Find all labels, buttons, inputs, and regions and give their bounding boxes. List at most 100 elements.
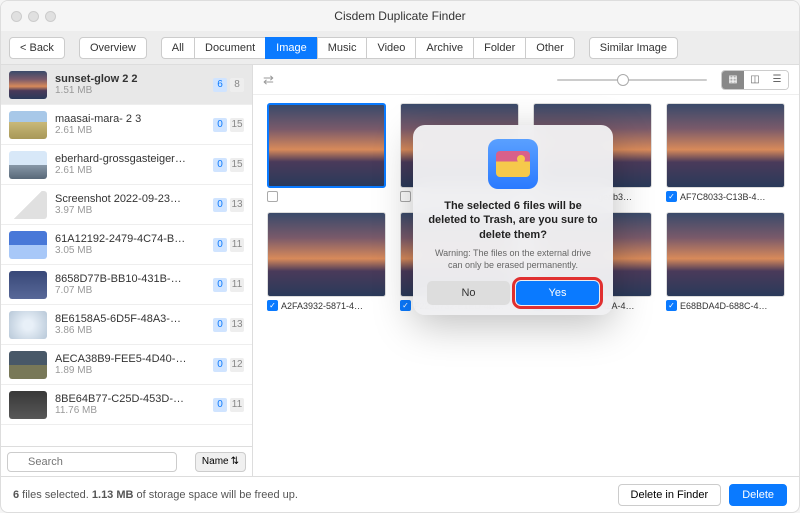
file-size: 1.89 MB <box>55 365 213 376</box>
tab-document[interactable]: Document <box>194 37 265 59</box>
dialog-app-icon <box>488 139 538 189</box>
thumbnail <box>9 351 47 379</box>
row-counts: 0 11 <box>213 278 244 292</box>
file-name: maasai-mara- 2 3 <box>55 113 213 125</box>
thumbnail <box>9 151 47 179</box>
file-size: 11.76 MB <box>55 405 213 416</box>
total-count: 15 <box>230 118 244 132</box>
list-item[interactable]: Screenshot 2022-09-23… 3.97 MB 0 13 <box>1 185 252 225</box>
checkbox[interactable]: ✓ <box>666 191 677 202</box>
window-title: Cisdem Duplicate Finder <box>1 9 799 23</box>
column-view-icon[interactable]: ◫ <box>744 71 766 89</box>
row-info: eberhard-grossgasteiger… 2.61 MB <box>55 153 213 176</box>
category-tabs: All Document Image Music Video Archive F… <box>161 37 575 59</box>
search-input[interactable] <box>7 452 177 472</box>
status-size: 1.13 MB <box>92 489 134 501</box>
file-name: 8E6158A5-6D5F-48A3-… <box>55 313 213 325</box>
duplicate-groups-list[interactable]: sunset-glow 2 2 1.51 MB 6 8 maasai-mara-… <box>1 65 252 446</box>
checkbox[interactable] <box>267 191 278 202</box>
overview-button[interactable]: Overview <box>79 37 147 59</box>
thumbnail-tile[interactable]: ✓ AF7C8033-C13B-4… <box>666 103 785 202</box>
tile-label: ✓ AF7C8033-C13B-4… <box>666 191 785 202</box>
selected-count: 0 <box>213 198 227 212</box>
titlebar: Cisdem Duplicate Finder <box>1 1 799 31</box>
delete-button[interactable]: Delete <box>729 484 787 506</box>
grid-view-icon[interactable]: ▦ <box>722 71 744 89</box>
file-name: Screenshot 2022-09-23… <box>55 193 213 205</box>
list-item[interactable]: 8658D77B-BB10-431B-… 7.07 MB 0 11 <box>1 265 252 305</box>
row-counts: 0 11 <box>213 238 244 252</box>
main-panel: ⇄ ▦ ◫ ☰ sunset-glow-geab3… ✓ AF7 <box>253 65 799 476</box>
tile-label: ✓ E68BDA4D-688C-4… <box>666 300 785 311</box>
thumbnail <box>9 231 47 259</box>
thumbnail-tile[interactable] <box>267 103 386 202</box>
thumbnail <box>9 391 47 419</box>
list-item[interactable]: eberhard-grossgasteiger… 2.61 MB 0 15 <box>1 145 252 185</box>
thumbnail-tile[interactable]: ✓ A2FA3932-5871-4… <box>267 212 386 311</box>
file-name: 61A12192-2479-4C74-B… <box>55 233 213 245</box>
row-counts: 0 13 <box>213 318 244 332</box>
file-size: 3.86 MB <box>55 325 213 336</box>
thumbnail-size-slider[interactable] <box>557 79 707 81</box>
row-counts: 0 12 <box>213 358 244 372</box>
confirm-delete-dialog: The selected 6 files will be deleted to … <box>413 125 613 315</box>
list-item[interactable]: AECA38B9-FEE5-4D40-… 1.89 MB 0 12 <box>1 345 252 385</box>
back-button[interactable]: < Back <box>9 37 65 59</box>
row-counts: 0 15 <box>213 118 244 132</box>
dialog-no-button[interactable]: No <box>427 281 510 305</box>
list-item[interactable]: sunset-glow 2 2 1.51 MB 6 8 <box>1 65 252 105</box>
row-counts: 0 15 <box>213 158 244 172</box>
status-suffix: of storage space will be freed up. <box>133 489 297 501</box>
chevron-updown-icon: ⇅ <box>231 456 239 467</box>
list-item[interactable]: 8E6158A5-6D5F-48A3-… 3.86 MB 0 13 <box>1 305 252 345</box>
list-item[interactable]: maasai-mara- 2 3 2.61 MB 0 15 <box>1 105 252 145</box>
tile-name: AF7C8033-C13B-4… <box>680 192 766 202</box>
footer: 6 files selected. 1.13 MB of storage spa… <box>1 476 799 512</box>
checkbox[interactable]: ✓ <box>666 300 677 311</box>
file-size: 3.97 MB <box>55 205 213 216</box>
total-count: 11 <box>230 398 244 412</box>
window: Cisdem Duplicate Finder < Back Overview … <box>0 0 800 513</box>
file-size: 7.07 MB <box>55 285 213 296</box>
dialog-yes-button[interactable]: Yes <box>516 281 599 305</box>
tab-video[interactable]: Video <box>366 37 415 59</box>
checkbox[interactable] <box>400 191 411 202</box>
tab-folder[interactable]: Folder <box>473 37 525 59</box>
checkbox[interactable]: ✓ <box>267 300 278 311</box>
tab-image[interactable]: Image <box>265 37 317 59</box>
list-item[interactable]: 8BE64B77-C25D-453D-… 11.76 MB 0 11 <box>1 385 252 425</box>
filter-icon[interactable]: ⇄ <box>263 72 274 88</box>
selected-count: 6 <box>213 78 227 92</box>
thumbnail <box>9 191 47 219</box>
row-counts: 6 8 <box>213 78 244 92</box>
list-item[interactable]: 61A12192-2479-4C74-B… 3.05 MB 0 11 <box>1 225 252 265</box>
similar-image-button[interactable]: Similar Image <box>589 37 678 59</box>
total-count: 11 <box>230 238 244 252</box>
row-info: Screenshot 2022-09-23… 3.97 MB <box>55 193 213 216</box>
delete-in-finder-button[interactable]: Delete in Finder <box>618 484 722 506</box>
row-info: 8BE64B77-C25D-453D-… 11.76 MB <box>55 393 213 416</box>
sidebar: sunset-glow 2 2 1.51 MB 6 8 maasai-mara-… <box>1 65 253 476</box>
tab-other[interactable]: Other <box>525 37 575 59</box>
file-size: 1.51 MB <box>55 85 213 96</box>
row-info: AECA38B9-FEE5-4D40-… 1.89 MB <box>55 353 213 376</box>
selected-count: 0 <box>213 318 227 332</box>
thumbnail-tile[interactable]: ✓ E68BDA4D-688C-4… <box>666 212 785 311</box>
tab-music[interactable]: Music <box>317 37 367 59</box>
status-mid: files selected. <box>19 489 92 501</box>
tile-image <box>267 212 386 297</box>
slider-thumb[interactable] <box>617 74 629 86</box>
list-view-icon[interactable]: ☰ <box>766 71 788 89</box>
row-info: sunset-glow 2 2 1.51 MB <box>55 73 213 96</box>
sort-button[interactable]: Name⇅ <box>195 452 246 472</box>
file-name: 8BE64B77-C25D-453D-… <box>55 393 213 405</box>
status-text: 6 files selected. 1.13 MB of storage spa… <box>13 489 298 501</box>
tab-archive[interactable]: Archive <box>415 37 473 59</box>
checkbox[interactable]: ✓ <box>400 300 411 311</box>
selected-count: 0 <box>213 118 227 132</box>
row-info: maasai-mara- 2 3 2.61 MB <box>55 113 213 136</box>
total-count: 13 <box>230 318 244 332</box>
row-info: 8E6158A5-6D5F-48A3-… 3.86 MB <box>55 313 213 336</box>
file-name: 8658D77B-BB10-431B-… <box>55 273 213 285</box>
tab-all[interactable]: All <box>161 37 194 59</box>
